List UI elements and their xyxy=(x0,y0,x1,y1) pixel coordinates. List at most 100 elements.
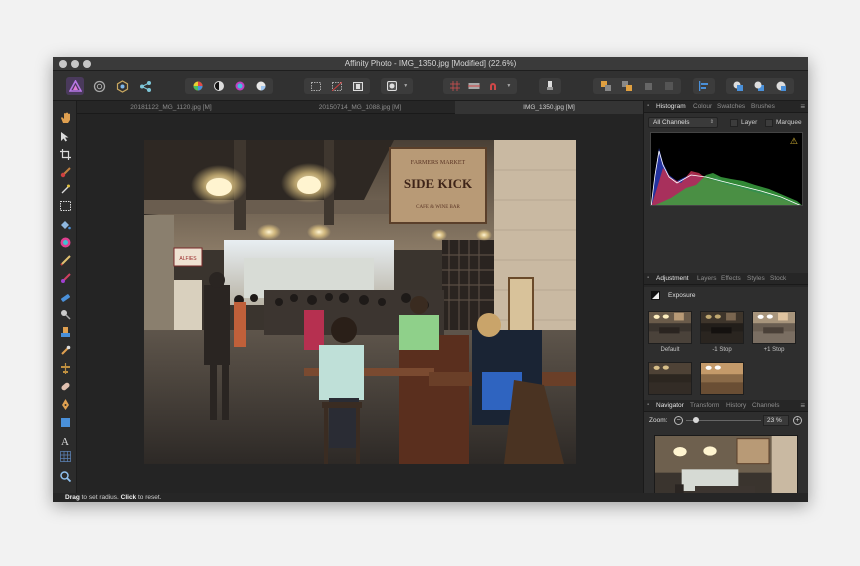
align-group xyxy=(693,78,715,94)
healing-brush-tool-icon[interactable] xyxy=(58,343,72,357)
preset-thumb-minus-one-stop[interactable] xyxy=(700,311,744,344)
tab-effects[interactable]: Effects xyxy=(721,275,741,282)
mesh-warp-tool-icon[interactable] xyxy=(58,449,72,463)
svg-text:FARMERS MARKET: FARMERS MARKET xyxy=(411,160,466,166)
tab-stock[interactable]: Stock xyxy=(770,275,786,282)
boolean-ops-group xyxy=(726,78,794,94)
zoom-slider-knob[interactable] xyxy=(692,417,699,423)
tab-history[interactable]: History xyxy=(726,402,746,409)
navigator-preview[interactable] xyxy=(654,435,798,502)
document-tab-1[interactable]: 20181122_MG_1120.jpg [M] xyxy=(77,101,265,114)
move-to-back-icon[interactable] xyxy=(599,80,612,92)
tools-panel: A xyxy=(53,101,77,493)
grid-icon[interactable] xyxy=(448,80,461,92)
move-back-one-icon[interactable] xyxy=(620,80,633,92)
move-to-front-icon[interactable] xyxy=(662,80,675,92)
guides-icon[interactable] xyxy=(467,80,480,92)
blur-brush-tool-icon[interactable] xyxy=(58,307,72,321)
pencil-tool-icon[interactable] xyxy=(58,253,72,267)
tab-navigator[interactable]: Navigator xyxy=(656,402,684,409)
document-tab-3[interactable]: IMG_1350.jpg [M] xyxy=(455,101,643,114)
erase-brush-tool-icon[interactable] xyxy=(58,289,72,303)
preset-thumb-plus-one-stop[interactable] xyxy=(752,311,796,344)
selection-modes-group xyxy=(304,78,370,94)
add-shapes-icon[interactable] xyxy=(732,80,745,92)
current-adjustment-label: Exposure xyxy=(668,292,696,299)
zoom-slider-track[interactable] xyxy=(686,417,761,423)
view-hand-tool-icon[interactable] xyxy=(58,111,72,125)
chevron-updown-icon: ⇕ xyxy=(709,119,714,125)
auto-contrast-icon[interactable] xyxy=(212,80,225,92)
tab-swatches[interactable]: Swatches xyxy=(717,103,745,110)
sidekick-sign: FARMERS MARKET SIDE KICK CAFE & WINE BAR xyxy=(389,147,487,224)
histogram-panel-tabs: ▪ Histogram Colour Swatches Brushes ≡ xyxy=(644,101,808,113)
snapping-magnet-icon[interactable] xyxy=(487,80,500,92)
photo-persona-icon[interactable] xyxy=(66,77,84,95)
panel-menu-icon[interactable]: ≡ xyxy=(800,102,805,111)
svg-text:A: A xyxy=(61,436,69,446)
refine-selection-group[interactable]: ▼ xyxy=(381,78,413,94)
status-drag-word: Drag xyxy=(65,494,80,501)
patch-tool-icon[interactable] xyxy=(58,379,72,393)
text-tool-icon[interactable]: A xyxy=(58,433,72,447)
subtract-shapes-icon[interactable] xyxy=(753,80,766,92)
marquee-tool-icon[interactable] xyxy=(58,199,72,213)
tab-layers[interactable]: Layers xyxy=(697,275,717,282)
chevron-down-icon[interactable]: ▼ xyxy=(506,80,512,92)
inpainting-tool-icon[interactable] xyxy=(58,361,72,375)
chevron-down-icon[interactable]: ▼ xyxy=(403,80,409,92)
warning-icon[interactable]: ⚠ xyxy=(790,136,798,147)
tab-transform[interactable]: Transform xyxy=(690,402,719,409)
navigator-panel-tabs: ▪ Navigator Transform History Channels ≡ xyxy=(644,400,808,412)
rectangle-tool-icon[interactable] xyxy=(58,415,72,429)
select-all-icon[interactable] xyxy=(310,80,323,92)
deselect-icon[interactable] xyxy=(330,80,343,92)
export-persona-icon[interactable] xyxy=(136,77,154,95)
paint-brush-tool-icon[interactable] xyxy=(58,165,72,179)
move-forward-one-icon[interactable] xyxy=(641,80,654,92)
quick-mask-icon[interactable] xyxy=(385,80,398,92)
tab-colour[interactable]: Colour xyxy=(693,103,712,110)
tab-styles[interactable]: Styles xyxy=(747,275,765,282)
auto-white-balance-icon[interactable] xyxy=(254,80,267,92)
document-tab-2[interactable]: 20150714_MG_1088.jpg [M] xyxy=(266,101,454,114)
auto-colours-icon[interactable] xyxy=(233,80,246,92)
brush-tip-icon[interactable] xyxy=(544,80,557,92)
auto-levels-icon[interactable] xyxy=(191,80,204,92)
layer-label: Layer xyxy=(741,119,758,126)
colour-picker-tool-icon[interactable] xyxy=(58,235,72,249)
crop-tool-icon[interactable] xyxy=(58,147,72,161)
tab-adjustment[interactable]: Adjustment xyxy=(656,275,689,282)
develop-persona-icon[interactable] xyxy=(113,77,131,95)
zoom-value-field[interactable]: 23 % xyxy=(763,415,789,426)
fill-tool-icon[interactable] xyxy=(58,217,72,231)
invert-selection-icon[interactable] xyxy=(351,80,364,92)
exposure-icon xyxy=(651,291,660,300)
title-bar: Affinity Photo - IMG_1350.jpg [Modified]… xyxy=(53,57,808,71)
document-canvas[interactable]: FARMERS MARKET SIDE KICK CAFE & WINE BAR… xyxy=(77,114,643,493)
panel-menu-icon[interactable]: ≡ xyxy=(800,401,805,410)
move-tool-icon[interactable] xyxy=(58,129,72,143)
layer-checkbox[interactable] xyxy=(730,119,738,127)
pen-tool-icon[interactable] xyxy=(58,397,72,411)
marquee-checkbox[interactable] xyxy=(765,119,773,127)
preset-thumb-4[interactable] xyxy=(648,362,692,395)
tab-histogram[interactable]: Histogram xyxy=(656,103,686,110)
align-left-icon[interactable] xyxy=(698,80,711,92)
preset-thumb-5[interactable] xyxy=(700,362,744,395)
zoom-out-icon[interactable]: − xyxy=(674,416,683,425)
tab-channels[interactable]: Channels xyxy=(752,402,779,409)
dodge-tool-icon[interactable] xyxy=(58,271,72,285)
status-click-word: Click xyxy=(120,494,137,501)
zoom-tool-icon[interactable] xyxy=(58,469,72,483)
liquify-persona-icon[interactable] xyxy=(90,77,108,95)
flood-select-tool-icon[interactable] xyxy=(58,181,72,195)
clone-brush-tool-icon[interactable] xyxy=(58,325,72,339)
zoom-in-icon[interactable]: + xyxy=(793,416,802,425)
intersect-shapes-icon[interactable] xyxy=(775,80,788,92)
preset-thumb-default[interactable] xyxy=(648,311,692,344)
adjustment-panel-tabs: ▪ Adjustment Layers Effects Styles Stock xyxy=(644,273,808,285)
channel-select[interactable]: All Channels ⇕ xyxy=(648,117,718,128)
zoom-label: Zoom: xyxy=(649,417,668,424)
tab-brushes[interactable]: Brushes xyxy=(751,103,775,110)
